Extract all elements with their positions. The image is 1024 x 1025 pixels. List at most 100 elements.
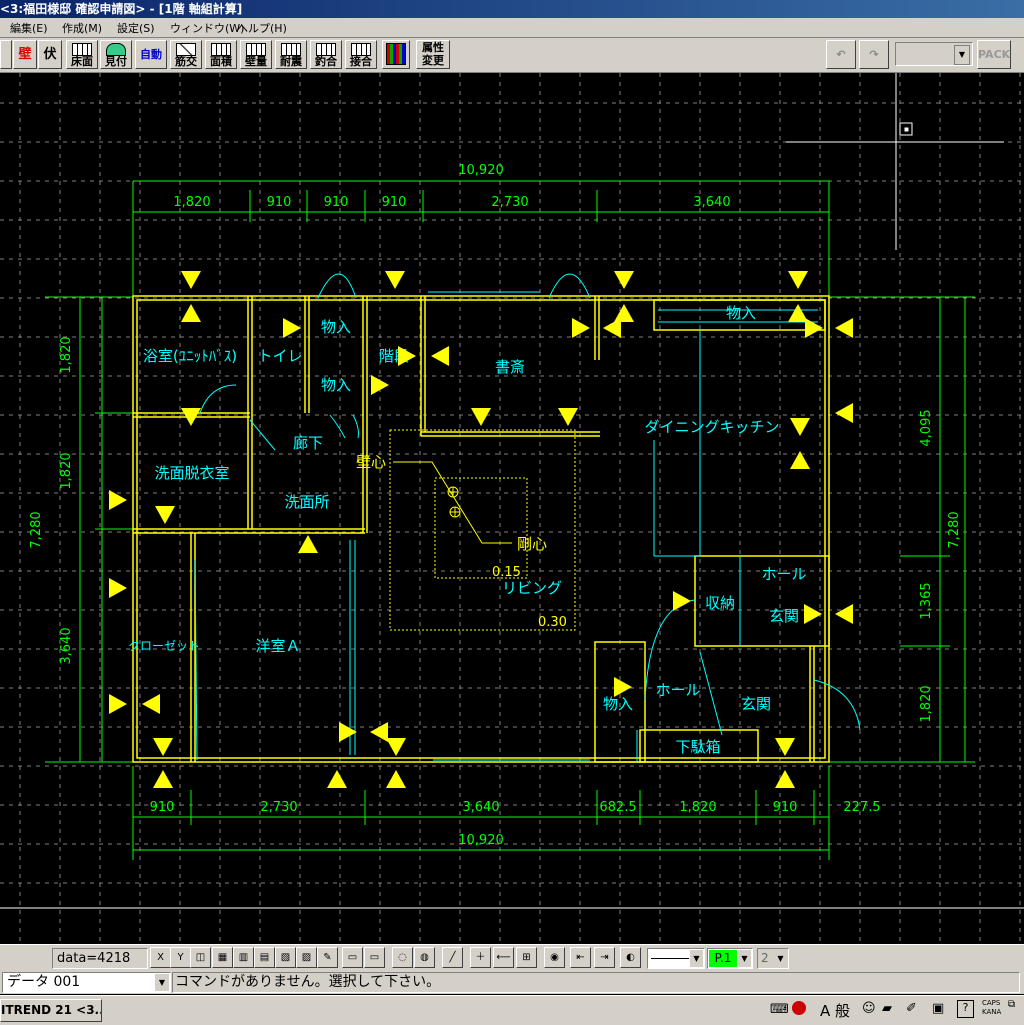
snap-button-13[interactable]: ＋	[470, 947, 491, 968]
layer-num-select[interactable]: 2 ▼	[757, 948, 789, 969]
ime-tool-icon[interactable]: ☺	[862, 1001, 876, 1016]
line-button[interactable]: ╱	[442, 947, 463, 968]
dim-left-total: 7,280	[29, 511, 44, 548]
snap-button-14[interactable]: ⟵	[493, 947, 514, 968]
wall-amount-button[interactable]: 壁量	[240, 40, 272, 69]
floor-plan-drawing[interactable]: 10,920 1,820 910 910 910 2,730 3,640 910…	[0, 73, 1024, 943]
snap-button-16[interactable]: ◉	[544, 947, 565, 968]
drawing-canvas[interactable]: 10,920 1,820 910 910 910 2,730 3,640 910…	[0, 73, 1024, 943]
toolbar-dropdown[interactable]: ▼	[895, 42, 973, 66]
dim-top-6: 3,640	[693, 195, 730, 210]
chevron-down-icon: ▼	[774, 950, 787, 967]
wall-button[interactable]: 壁	[13, 40, 37, 69]
auto-button[interactable]: 自動	[135, 40, 167, 69]
room-study: 書斎	[495, 358, 525, 376]
data-count: data=4218	[52, 948, 148, 969]
snap-button-3[interactable]: ◫	[190, 947, 211, 968]
title-bar: <3:福田様邸 確認申請図> - [1階 軸組計算]	[0, 0, 1024, 18]
dim-top-2: 910	[267, 195, 292, 210]
kana-indicator: KANA	[982, 1008, 1002, 1016]
ime-icon[interactable]	[792, 1001, 806, 1015]
menu-edit[interactable]: 編集(E)	[10, 20, 48, 36]
dim-bottom-total: 10,920	[458, 833, 504, 848]
toolbar-partial-button[interactable]	[0, 40, 12, 69]
snap-button-10[interactable]: ▭	[364, 947, 385, 968]
command-message: コマンドがありません。選択して下さい。	[172, 972, 1020, 993]
rigidity-center-label: 剛心	[517, 535, 547, 553]
snap-button-8[interactable]: ▨	[296, 947, 317, 968]
menu-bar: 編集(E) 作成(M) 設定(S) ウィンドウ(W) ヘルプ(H)	[0, 18, 1024, 38]
snap-button-1[interactable]: X	[150, 947, 171, 968]
menu-help[interactable]: ヘルプ(H)	[237, 20, 287, 36]
pack-button[interactable]: PACK	[977, 40, 1011, 69]
elevation-button[interactable]: 見付	[100, 40, 132, 69]
snap-button-2[interactable]: Y	[170, 947, 191, 968]
taskbar: ITREND 21 <3... ⌨ A 般 ☺ ▰ ✐ ▣ ? CAPS KAN…	[0, 995, 1024, 1025]
pencil-button[interactable]: ✎	[317, 947, 338, 968]
floor-area-button[interactable]: 床面	[66, 40, 98, 69]
menu-settings[interactable]: 設定(S)	[117, 20, 155, 36]
window-icon[interactable]: ▣	[932, 1001, 944, 1016]
seismic-button[interactable]: 耐震	[275, 40, 307, 69]
brace-button[interactable]: 筋交	[170, 40, 202, 69]
layer-select[interactable]: P.1 ▼	[707, 948, 753, 969]
color-grid-button[interactable]	[382, 40, 410, 69]
room-storage-closet: 収納	[705, 594, 735, 612]
dim-right-1: 4,095	[919, 409, 934, 446]
menu-window[interactable]: ウィンドウ(W)	[170, 20, 244, 36]
joint-button[interactable]: 接合	[345, 40, 377, 69]
snap-button-7[interactable]: ▧	[275, 947, 296, 968]
chevron-down-icon: ▼	[738, 950, 751, 967]
window-title: <3:福田様邸 確認申請図> - [1階 軸組計算]	[0, 2, 243, 16]
balance-button[interactable]: 釣合	[310, 40, 342, 69]
help-icon[interactable]: ?	[957, 1000, 974, 1018]
room-closet: クローゼット	[128, 639, 200, 653]
attribute-change-button[interactable]: 属性変更	[416, 40, 450, 69]
ime-restore-icon[interactable]: ⧉	[1008, 999, 1015, 1010]
redo-button[interactable]: ↷	[859, 40, 889, 69]
snap-button-12[interactable]: ◍	[414, 947, 435, 968]
dim-top-total: 10,920	[458, 163, 504, 178]
room-entrance-1: 玄関	[769, 607, 799, 625]
room-shoe-box: 下駄箱	[675, 738, 720, 756]
plan-button[interactable]: 伏	[38, 40, 62, 69]
dim-bottom-6: 910	[773, 800, 798, 815]
pencil-icon: ✎	[323, 952, 332, 963]
area-button[interactable]: 面積	[205, 40, 237, 69]
layer-name-select[interactable]: データ 001 ▼	[2, 972, 171, 993]
color-grid-icon	[386, 43, 406, 65]
snap-button-6[interactable]: ▤	[254, 947, 275, 968]
snap-button-19[interactable]: ◐	[620, 947, 641, 968]
ime-mode[interactable]: A 般	[820, 1000, 850, 1021]
room-bath: 浴室(ﾕﾆｯﾄﾊﾞｽ)	[143, 347, 237, 365]
room-entrance-2: 玄関	[741, 695, 771, 713]
snap-button-9[interactable]: ▭	[342, 947, 363, 968]
keyboard-icon[interactable]: ⌨	[770, 1002, 789, 1017]
room-corridor: 廊下	[293, 434, 323, 452]
dim-top-4: 910	[382, 195, 407, 210]
line-style-select[interactable]: ▼	[647, 948, 705, 969]
snap-button-11[interactable]: ◌	[392, 947, 413, 968]
room-storage-2: 物入	[321, 376, 351, 394]
menu-create[interactable]: 作成(M)	[62, 20, 102, 36]
snap-button-4[interactable]: ▦	[212, 947, 233, 968]
undo-button[interactable]: ↶	[826, 40, 856, 69]
dim-bottom-3: 3,640	[462, 800, 499, 815]
room-toilet: トイレ	[257, 347, 302, 365]
room-dressing: 洗面脱衣室	[154, 464, 229, 482]
taskbar-app-button[interactable]: ITREND 21 <3...	[0, 999, 102, 1022]
layer-num: 2	[761, 951, 769, 965]
pen-icon[interactable]: ✐	[906, 1001, 917, 1016]
dim-top-5: 2,730	[491, 195, 528, 210]
eccentricity-x-label: 0.15	[492, 565, 521, 580]
snap-button-18[interactable]: ⇥	[594, 947, 615, 968]
snap-button-17[interactable]: ⇤	[570, 947, 591, 968]
dictionary-icon[interactable]: ▰	[882, 1001, 892, 1016]
snap-button-5[interactable]: ▥	[233, 947, 254, 968]
snap-button-15[interactable]: ⊞	[516, 947, 537, 968]
dim-right-3: 1,820	[919, 685, 934, 722]
dim-left-1: 1,820	[59, 336, 74, 373]
room-storage-3: 物入	[726, 304, 756, 322]
line-style-preview	[651, 958, 689, 959]
crosshair-cursor	[786, 73, 1004, 250]
